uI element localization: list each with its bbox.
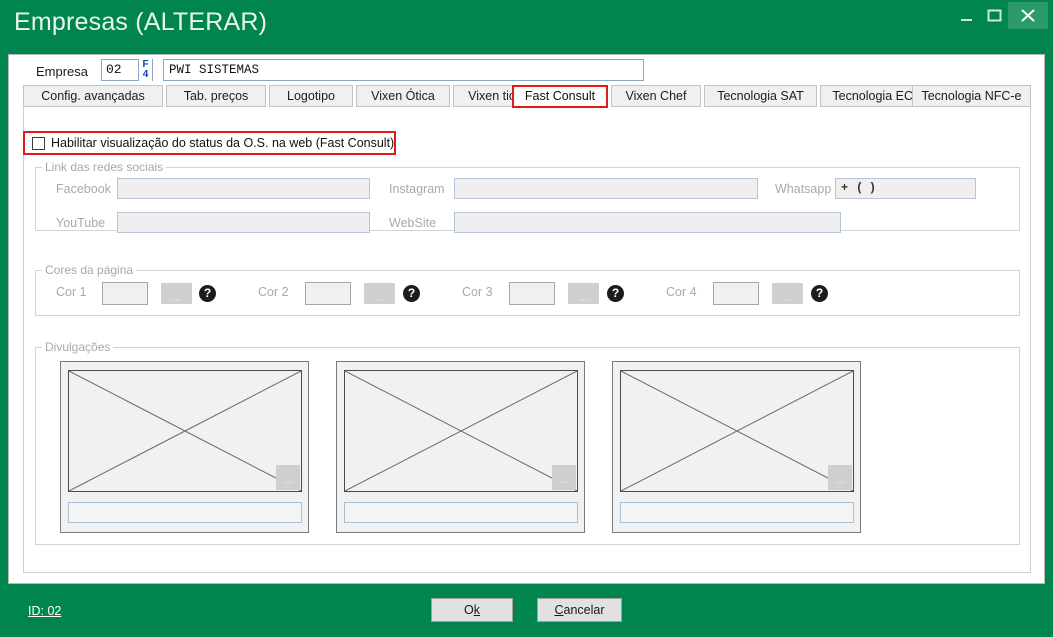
cor-3-picker-button[interactable]: ... — [568, 283, 599, 304]
tab-vixen-otica[interactable]: Vixen Ótica — [356, 85, 450, 107]
cor-3-help-icon[interactable]: ? — [607, 285, 624, 302]
group-link-redes-sociais: Link das redes sociais Facebook Instagra… — [35, 167, 1020, 231]
tab-tab-precos[interactable]: Tab. preços — [166, 85, 266, 107]
group-title-cores: Cores da página — [42, 263, 136, 277]
youtube-input[interactable] — [117, 212, 370, 233]
ok-button-prefix: O — [464, 603, 474, 617]
cor-1-help-icon[interactable]: ? — [199, 285, 216, 302]
cor-4-swatch[interactable] — [713, 282, 759, 305]
divulgacao-image-3[interactable]: ... — [620, 370, 854, 492]
divulgacao-card-2: ... — [336, 361, 585, 533]
instagram-label: Instagram — [389, 182, 445, 196]
divulgacao-caption-input-1[interactable] — [68, 502, 302, 523]
footer-bar: ID: 02 Ok Cancelar — [0, 584, 1053, 637]
divulgacao-pick-button-1[interactable]: ... — [276, 465, 300, 490]
website-input[interactable] — [454, 212, 841, 233]
divulgacao-image-2[interactable]: ... — [344, 370, 578, 492]
empresa-name-input[interactable]: PWI SISTEMAS — [163, 59, 644, 81]
tab-tecnologia-sat[interactable]: Tecnologia SAT — [704, 85, 817, 107]
f4-badge-bottom: 4 — [139, 70, 152, 80]
ok-button[interactable]: Ok — [431, 598, 513, 622]
minimize-button[interactable] — [952, 3, 980, 27]
tab-logotipo[interactable]: Logotipo — [269, 85, 353, 107]
habilitar-status-checkbox[interactable] — [32, 137, 45, 150]
facebook-input[interactable] — [117, 178, 370, 199]
youtube-label: YouTube — [56, 216, 105, 230]
empresa-code-value: 02 — [106, 62, 122, 77]
cancel-button-suffix: ancelar — [564, 603, 605, 617]
tab-tecnologia-nfce[interactable]: Tecnologia NFC-e — [912, 85, 1031, 107]
empresas-window: Empresas (ALTERAR) Empresa 02 F — [0, 0, 1053, 637]
group-divulgacoes: Divulgações ... — [35, 347, 1020, 545]
habilitar-status-label: Habilitar visualização do status da O.S.… — [51, 136, 394, 150]
cor-1-label: Cor 1 — [56, 285, 87, 299]
cancel-button[interactable]: Cancelar — [537, 598, 622, 622]
empresa-name-value: PWI SISTEMAS — [169, 63, 259, 77]
whatsapp-input-value: + ( ) — [841, 180, 878, 194]
whatsapp-input[interactable]: + ( ) — [835, 178, 976, 199]
tab-fast-consult[interactable]: Fast Consult — [512, 85, 608, 108]
maximize-button[interactable] — [980, 3, 1008, 27]
f4-shortcut-badge[interactable]: F 4 — [138, 59, 152, 81]
cor-2-label: Cor 2 — [258, 285, 289, 299]
empresa-code-input[interactable]: 02 F 4 — [101, 59, 153, 81]
tab-strip: Config. avançadas Tab. preços Logotipo V… — [23, 85, 1031, 108]
divulgacao-caption-input-2[interactable] — [344, 502, 578, 523]
divulgacao-card-1: ... — [60, 361, 309, 533]
cor-2-picker-button[interactable]: ... — [364, 283, 395, 304]
divulgacao-pick-button-2[interactable]: ... — [552, 465, 576, 490]
tab-config-avancadas[interactable]: Config. avançadas — [23, 85, 163, 107]
client-panel: Empresa 02 F 4 PWI SISTEMAS Config. avan… — [8, 54, 1045, 584]
cor-1-picker-button[interactable]: ... — [161, 283, 192, 304]
cor-4-picker-button[interactable]: ... — [772, 283, 803, 304]
divulgacao-image-1[interactable]: ... — [68, 370, 302, 492]
window-title: Empresas (ALTERAR) — [14, 8, 267, 37]
group-title-divulgacoes: Divulgações — [42, 340, 113, 354]
empresa-label: Empresa — [36, 64, 88, 79]
whatsapp-label: Whatsapp — [775, 182, 831, 196]
divulgacao-card-3: ... — [612, 361, 861, 533]
tab-vixen-chef[interactable]: Vixen Chef — [611, 85, 701, 107]
group-title-redes-sociais: Link das redes sociais — [42, 160, 166, 174]
cor-4-label: Cor 4 — [666, 285, 697, 299]
divulgacao-pick-button-3[interactable]: ... — [828, 465, 852, 490]
cor-4-help-icon[interactable]: ? — [811, 285, 828, 302]
cor-2-swatch[interactable] — [305, 282, 351, 305]
facebook-label: Facebook — [56, 182, 111, 196]
close-button[interactable] — [1008, 2, 1048, 29]
habilitar-status-highlight: Habilitar visualização do status da O.S.… — [23, 131, 396, 155]
website-label: WebSite — [389, 216, 436, 230]
instagram-input[interactable] — [454, 178, 758, 199]
divulgacao-caption-input-3[interactable] — [620, 502, 854, 523]
ok-button-accelerator: k — [474, 603, 480, 617]
title-bar: Empresas (ALTERAR) — [0, 0, 1053, 54]
cor-3-swatch[interactable] — [509, 282, 555, 305]
record-id-link[interactable]: ID: 02 — [28, 604, 61, 618]
cor-2-help-icon[interactable]: ? — [403, 285, 420, 302]
group-cores-da-pagina: Cores da página Cor 1 ... ? Cor 2 ... ? … — [35, 270, 1020, 316]
cor-1-swatch[interactable] — [102, 282, 148, 305]
cancel-button-accelerator: C — [554, 603, 563, 617]
cor-3-label: Cor 3 — [462, 285, 493, 299]
empresa-row: Empresa 02 F 4 PWI SISTEMAS — [9, 55, 1044, 89]
